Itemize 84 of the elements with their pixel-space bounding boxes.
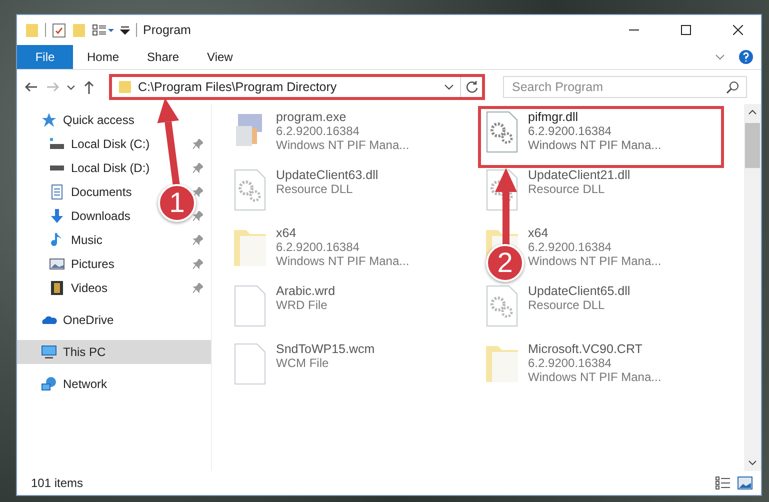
file-detail: 6.2.9200.16384 (528, 356, 612, 370)
picture-icon (49, 256, 65, 272)
file-detail: 6.2.9200.16384 (276, 124, 360, 138)
pin-icon[interactable] (193, 283, 203, 293)
scroll-down-icon[interactable] (748, 458, 757, 467)
ribbon-tab[interactable]: Share (133, 45, 194, 69)
scrollbar-thumb[interactable] (745, 123, 760, 168)
address-bar[interactable]: C:\Program Files\Program Directory (109, 74, 485, 100)
highlighted-file-item[interactable]: pifmgr.dll 6.2.9200.16384 Windows NT PIF Mana... (480, 108, 722, 166)
pin-icon[interactable] (193, 139, 203, 149)
pin-icon[interactable] (193, 163, 203, 173)
file-name[interactable]: Arabic.wrd (276, 284, 336, 298)
search-field[interactable]: Search Program (503, 76, 747, 98)
file-name[interactable]: UpdateClient63.dll (276, 168, 378, 182)
minimize-icon (629, 29, 639, 31)
file-detail: WRD File (276, 298, 328, 312)
file-name[interactable]: SndToWP15.wcm (276, 342, 375, 356)
folder-icon (118, 80, 132, 94)
file-detail: 6.2.9200.16384 (528, 240, 612, 254)
gear-file-icon (232, 168, 268, 212)
file-detail: WCM File (276, 356, 330, 370)
sidebar-item[interactable]: Network (17, 372, 211, 396)
file-name[interactable]: UpdateClient65.dll (528, 284, 630, 298)
file-name[interactable]: x64 (276, 226, 410, 240)
window-title: Program (143, 23, 192, 37)
file-icon (232, 284, 268, 328)
pin-icon[interactable] (193, 235, 203, 245)
help-icon[interactable] (739, 50, 753, 64)
sidebar-item[interactable]: Downloads (49, 204, 134, 228)
ribbon-tab[interactable]: File (17, 45, 73, 69)
scroll-up-icon[interactable] (748, 108, 757, 117)
file-name[interactable]: x64 (528, 226, 662, 240)
file-detail: Resource DLL (528, 182, 606, 196)
pin-icon[interactable] (193, 211, 203, 221)
expand-ribbon-icon[interactable] (715, 52, 725, 62)
download-arrow-icon (49, 208, 65, 224)
file-detail: Resource DLL (276, 182, 354, 196)
file-name[interactable]: program.exe (276, 110, 410, 124)
maximize-icon (681, 25, 691, 35)
pin-icon[interactable] (193, 187, 203, 197)
sidebar-item[interactable]: OneDrive (17, 308, 211, 332)
large-icons-view-icon[interactable] (737, 476, 753, 490)
scrollbar[interactable] (744, 104, 761, 471)
item-count: 101 items (31, 476, 84, 490)
properties-icon[interactable] (52, 22, 66, 38)
file-icon (232, 342, 268, 386)
search-icon (726, 81, 739, 94)
file-detail: Windows NT PIF Mana... (276, 254, 410, 268)
details-view-icon[interactable] (715, 476, 731, 490)
sidebar-item[interactable]: This PC (17, 340, 211, 364)
file-detail: Resource DLL (528, 298, 606, 312)
monitor-icon (41, 344, 57, 360)
file-detail: Windows NT PIF Mana... (528, 370, 662, 384)
film-icon (49, 280, 65, 296)
view-options-icon[interactable] (92, 22, 114, 38)
sidebar-item[interactable]: Quick access (17, 108, 211, 132)
sidebar-item[interactable]: Videos (49, 276, 112, 300)
network-icon (41, 376, 57, 392)
star-icon (41, 112, 57, 128)
sidebar-item[interactable]: Local Disk (C:) (49, 132, 154, 156)
file-detail: Windows NT PIF Mana... (528, 254, 662, 268)
close-icon (733, 25, 743, 35)
file-detail: 6.2.9200.16384 (276, 240, 360, 254)
sidebar-item[interactable]: Local Disk (D:) (49, 156, 154, 180)
drive-icon (49, 165, 65, 171)
refresh-icon (464, 80, 478, 94)
ribbon-tab[interactable]: View (193, 45, 247, 69)
document-icon (49, 184, 65, 200)
file-name[interactable]: pifmgr.dll (528, 110, 662, 124)
sidebar-item[interactable]: Music (49, 228, 106, 252)
drive-icon (49, 136, 65, 152)
pin-icon[interactable] (193, 259, 203, 269)
ribbon-tab[interactable]: Home (73, 45, 134, 69)
recent-locations-icon[interactable] (67, 84, 75, 90)
sidebar-item[interactable]: Documents (49, 180, 136, 204)
file-name[interactable]: UpdateClient21.dll (528, 168, 630, 182)
gear-file-icon (484, 110, 520, 154)
dropdown-icon[interactable] (444, 82, 454, 92)
file-name[interactable]: Microsoft.VC90.CRT (528, 342, 662, 356)
file-detail: Windows NT PIF Mana... (528, 138, 662, 152)
file-detail: Windows NT PIF Mana... (276, 138, 410, 152)
sidebar-item[interactable]: Pictures (49, 252, 118, 276)
file-detail: 6.2.9200.16384 (528, 124, 612, 138)
gear-file-icon (484, 284, 520, 328)
